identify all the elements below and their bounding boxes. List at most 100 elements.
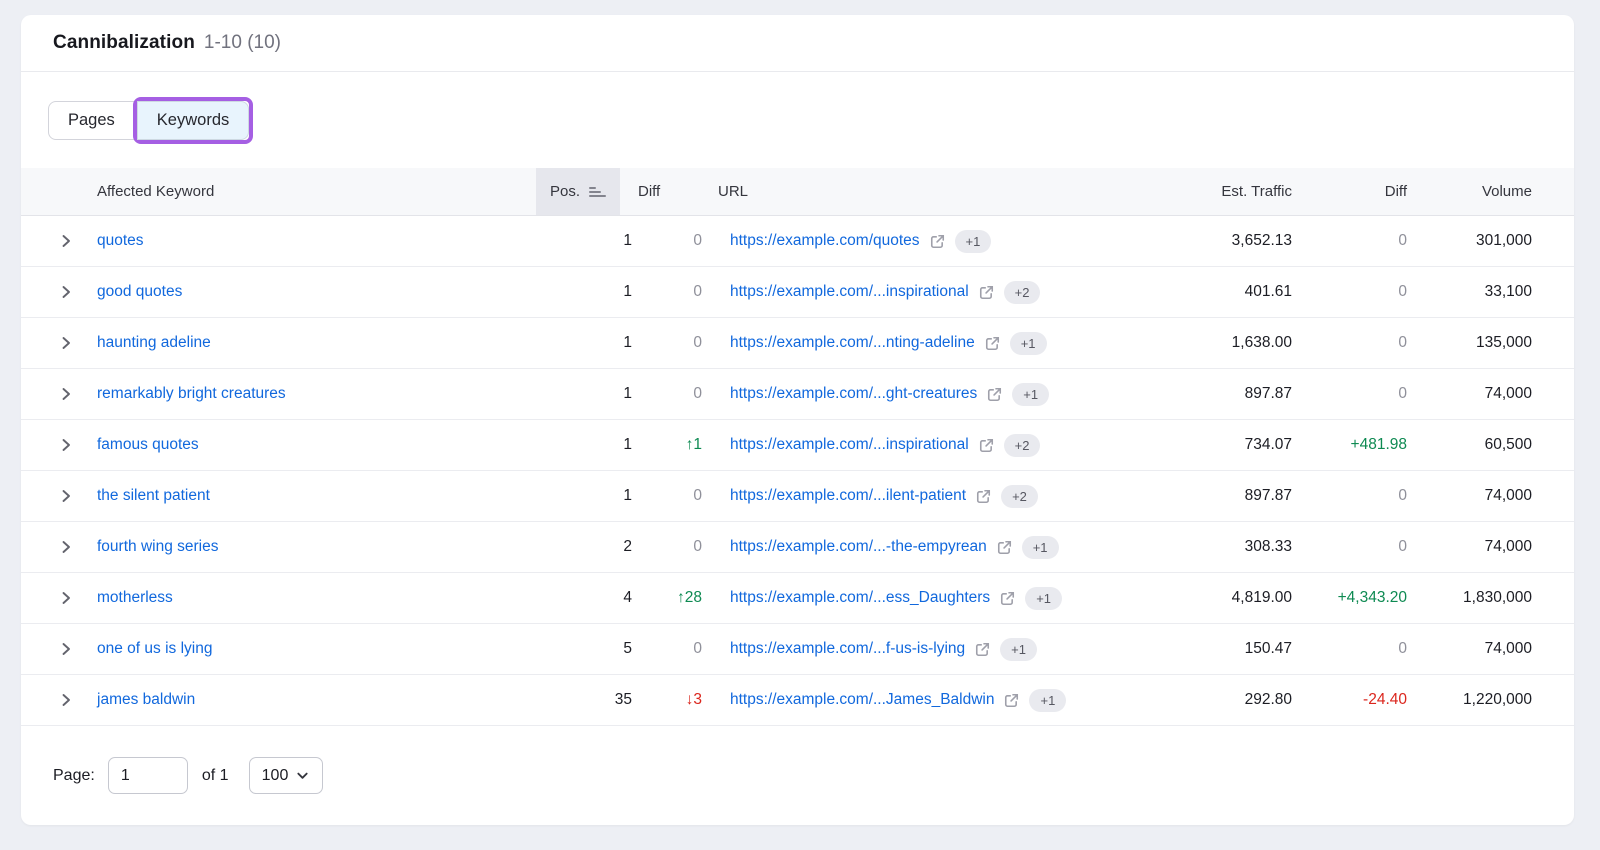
url-link[interactable]: https://example.com/...ess_Daughters (730, 589, 990, 607)
annotation-highlight-box: Keywords (133, 97, 253, 144)
url-link[interactable]: https://example.com/...f-us-is-lying (730, 640, 965, 658)
keyword-link[interactable]: haunting adeline (97, 334, 211, 351)
more-urls-badge[interactable]: +1 (1000, 638, 1037, 661)
page-title: Cannibalization (53, 32, 195, 54)
est-traffic-value: 734.07 (1122, 436, 1292, 454)
external-link-icon[interactable] (929, 233, 946, 250)
position-value: 5 (492, 640, 632, 658)
more-urls-badge[interactable]: +2 (1001, 485, 1038, 508)
sort-ascending-icon (589, 187, 606, 197)
url-link[interactable]: https://example.com/...ilent-patient (730, 487, 966, 505)
expand-row-button[interactable] (53, 522, 97, 572)
keyword-link[interactable]: remarkably bright creatures (97, 385, 286, 402)
position-diff-value: 0 (632, 487, 702, 505)
position-diff-value: 0 (632, 538, 702, 556)
table-body: quotes 1 0 https://example.com/quotes +1… (21, 216, 1574, 726)
chevron-right-icon (59, 387, 73, 401)
traffic-diff-value: 0 (1292, 385, 1407, 403)
table-row: famous quotes 1 ↑1 https://example.com/.… (21, 420, 1574, 471)
external-link-icon[interactable] (978, 437, 995, 454)
external-link-icon[interactable] (999, 590, 1016, 607)
keyword-link[interactable]: famous quotes (97, 436, 199, 453)
chevron-right-icon (59, 285, 73, 299)
external-link-icon[interactable] (975, 488, 992, 505)
more-urls-badge[interactable]: +2 (1004, 434, 1041, 457)
position-value: 4 (492, 589, 632, 607)
url-link[interactable]: https://example.com/...James_Baldwin (730, 691, 994, 709)
url-link[interactable]: https://example.com/...inspirational (730, 283, 969, 301)
url-link[interactable]: https://example.com/...inspirational (730, 436, 969, 454)
external-link-icon[interactable] (984, 335, 1001, 352)
expand-row-button[interactable] (53, 318, 97, 368)
position-value: 1 (492, 385, 632, 403)
keyword-link[interactable]: quotes (97, 232, 144, 249)
col-traffic-diff[interactable]: Diff (1292, 183, 1407, 200)
expand-row-button[interactable] (53, 216, 97, 266)
keyword-link[interactable]: james baldwin (97, 691, 195, 708)
keyword-link[interactable]: fourth wing series (97, 538, 218, 555)
url-link[interactable]: https://example.com/...-the-empyrean (730, 538, 987, 556)
keyword-link[interactable]: good quotes (97, 283, 182, 300)
expand-row-button[interactable] (53, 624, 97, 674)
est-traffic-value: 897.87 (1122, 487, 1292, 505)
pos-sort-header[interactable]: Pos. (536, 168, 620, 215)
external-link-icon[interactable] (1003, 692, 1020, 709)
url-link[interactable]: https://example.com/quotes (730, 232, 920, 250)
chevron-right-icon (59, 336, 73, 350)
keyword-link[interactable]: one of us is lying (97, 640, 212, 657)
position-diff-value: ↑1 (632, 436, 702, 454)
est-traffic-value: 308.33 (1122, 538, 1292, 556)
traffic-diff-value: -24.40 (1292, 691, 1407, 709)
chevron-right-icon (59, 693, 73, 707)
table-row: fourth wing series 2 0 https://example.c… (21, 522, 1574, 573)
more-urls-badge[interactable]: +1 (1012, 383, 1049, 406)
col-pos-diff[interactable]: Diff (632, 183, 702, 200)
chevron-right-icon (59, 540, 73, 554)
url-link[interactable]: https://example.com/...nting-adeline (730, 334, 975, 352)
est-traffic-value: 292.80 (1122, 691, 1292, 709)
more-urls-badge[interactable]: +1 (1022, 536, 1059, 559)
cannibalization-report-card: Cannibalization 1-10 (10) Pages Keywords… (21, 15, 1574, 825)
tab-keywords[interactable]: Keywords (137, 101, 249, 140)
more-urls-badge[interactable]: +1 (1025, 587, 1062, 610)
table-header-row: Affected Keyword Pos. Diff URL Est. Traf… (21, 168, 1574, 216)
expand-row-button[interactable] (53, 675, 97, 725)
url-link[interactable]: https://example.com/...ght-creatures (730, 385, 977, 403)
page-number-input[interactable] (108, 757, 188, 794)
col-url[interactable]: URL (702, 183, 1122, 200)
expand-row-button[interactable] (53, 573, 97, 623)
chevron-right-icon (59, 642, 73, 656)
more-urls-badge[interactable]: +1 (1029, 689, 1066, 712)
expand-row-button[interactable] (53, 420, 97, 470)
report-header: Cannibalization 1-10 (10) (21, 15, 1574, 72)
external-link-icon[interactable] (974, 641, 991, 658)
col-est-traffic[interactable]: Est. Traffic (1122, 183, 1292, 200)
external-link-icon[interactable] (978, 284, 995, 301)
position-value: 1 (492, 436, 632, 454)
col-volume[interactable]: Volume (1407, 183, 1532, 200)
position-value: 1 (492, 232, 632, 250)
more-urls-badge[interactable]: +1 (1010, 332, 1047, 355)
more-urls-badge[interactable]: +1 (955, 230, 992, 253)
table-row: haunting adeline 1 0 https://example.com… (21, 318, 1574, 369)
col-affected-keyword[interactable]: Affected Keyword (97, 183, 492, 200)
traffic-diff-value: 0 (1292, 334, 1407, 352)
volume-value: 74,000 (1407, 487, 1532, 505)
external-link-icon[interactable] (986, 386, 1003, 403)
external-link-icon[interactable] (996, 539, 1013, 556)
volume-value: 1,830,000 (1407, 589, 1532, 607)
expand-row-button[interactable] (53, 471, 97, 521)
keyword-link[interactable]: motherless (97, 589, 173, 606)
position-diff-value: 0 (632, 283, 702, 301)
tab-pages[interactable]: Pages (48, 101, 135, 140)
keyword-link[interactable]: the silent patient (97, 487, 210, 504)
volume-value: 301,000 (1407, 232, 1532, 250)
expand-row-button[interactable] (53, 267, 97, 317)
page-size-select[interactable]: 100 (249, 757, 323, 794)
est-traffic-value: 1,638.00 (1122, 334, 1292, 352)
volume-value: 1,220,000 (1407, 691, 1532, 709)
page-count-label: of 1 (202, 767, 229, 785)
expand-row-button[interactable] (53, 369, 97, 419)
chevron-right-icon (59, 438, 73, 452)
more-urls-badge[interactable]: +2 (1004, 281, 1041, 304)
